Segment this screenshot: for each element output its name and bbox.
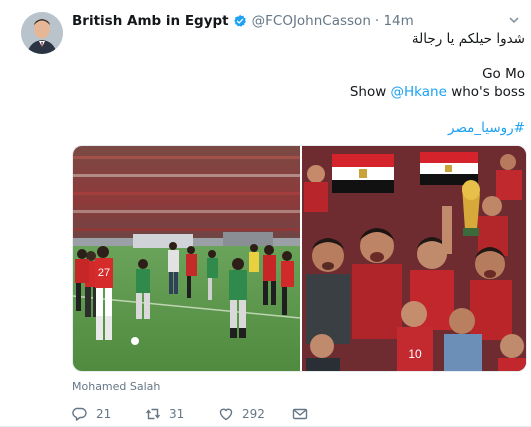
- direct-message-button[interactable]: [292, 406, 308, 422]
- direct-message-icon: [292, 408, 308, 420]
- text-suffix: who's boss: [446, 84, 525, 100]
- avatar[interactable]: [21, 12, 63, 54]
- svg-text:10: 10: [408, 347, 422, 361]
- text-prefix: Show: [349, 84, 391, 100]
- photo-football-match[interactable]: 27: [73, 146, 300, 371]
- hashtag-link[interactable]: #روسيا_مصر: [448, 120, 525, 136]
- svg-text:27: 27: [98, 267, 110, 279]
- retweet-icon: [145, 408, 161, 420]
- like-icon: [219, 408, 233, 421]
- tweet-text-line: Show @Hkane who's boss: [350, 84, 525, 100]
- like-button[interactable]: 292: [218, 406, 292, 422]
- reply-icon: [72, 407, 87, 421]
- author-name[interactable]: British Amb in Egypt: [72, 13, 229, 29]
- tweet-actions: 21 31 292: [72, 406, 308, 422]
- photo-fans-with-flags[interactable]: 10: [302, 146, 526, 371]
- media-grid: 27 10: [72, 145, 527, 372]
- tweet-header: British Amb in Egypt @FCOJohnCasson · 14…: [72, 12, 414, 30]
- tweet-text-arabic: شدوا حيلكم يا رجالة: [411, 31, 525, 47]
- author-handle[interactable]: @FCOJohnCasson: [252, 13, 371, 29]
- reply-button[interactable]: 21: [72, 406, 145, 422]
- tweet-text-line: Go Mo: [482, 66, 525, 82]
- verified-badge-icon: [233, 14, 246, 27]
- retweet-count: 31: [169, 407, 185, 421]
- caret-down-icon[interactable]: [508, 14, 520, 26]
- tweet[interactable]: British Amb in Egypt @FCOJohnCasson · 14…: [0, 0, 531, 427]
- media-tag[interactable]: Mohamed Salah: [72, 380, 160, 393]
- retweet-button[interactable]: 31: [145, 406, 218, 422]
- tweet-timestamp[interactable]: · 14m: [375, 13, 414, 29]
- mention-link[interactable]: @Hkane: [391, 84, 447, 100]
- like-count: 292: [242, 407, 265, 421]
- reply-count: 21: [96, 407, 112, 421]
